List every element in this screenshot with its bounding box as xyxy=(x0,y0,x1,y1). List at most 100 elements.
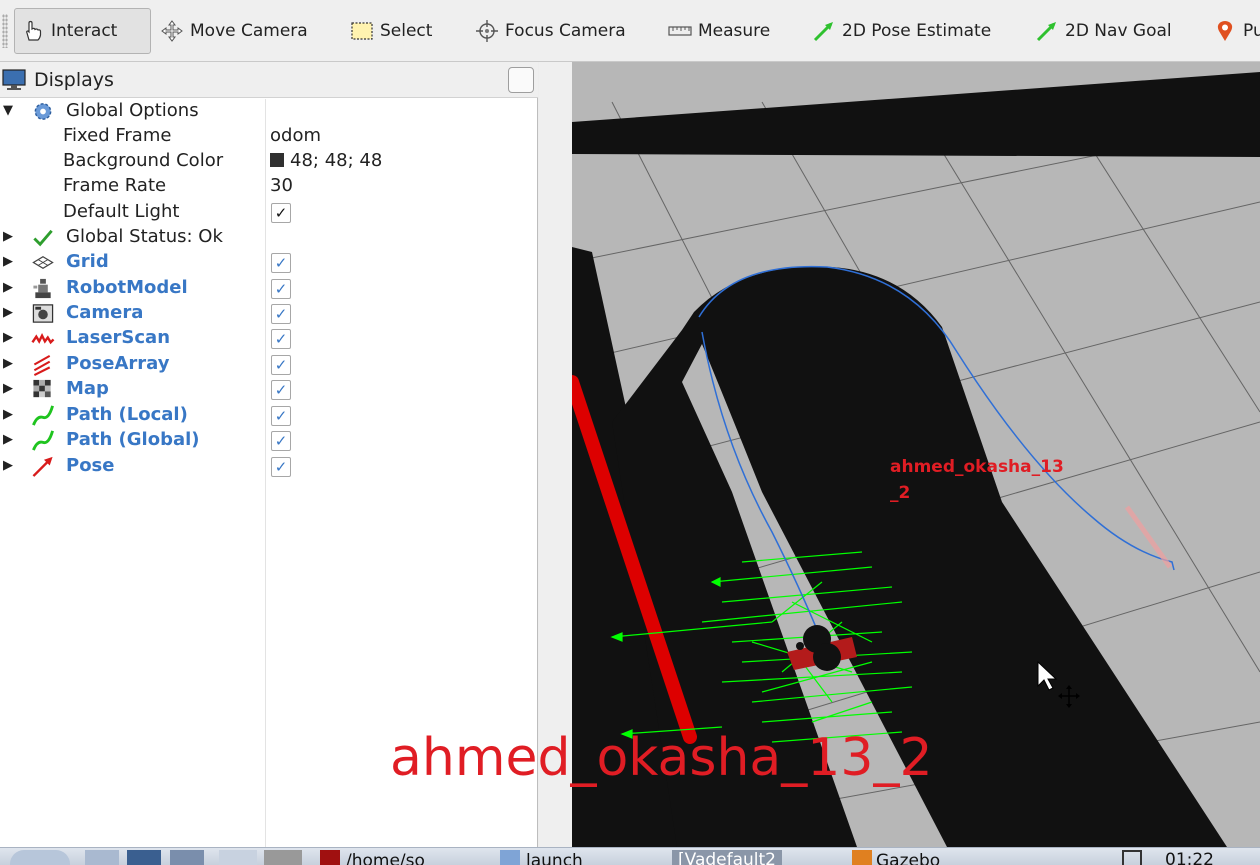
display-enable-checkbox[interactable]: ✓ xyxy=(271,253,291,273)
taskbar-window-label: launch xyxy=(526,851,583,865)
expand-right-icon[interactable]: ▶ xyxy=(3,230,15,244)
prop-row-default-light[interactable]: Default Light ✓ xyxy=(0,200,536,225)
expand-right-icon[interactable]: ▶ xyxy=(3,382,15,396)
taskbar-launcher-5[interactable] xyxy=(264,850,302,865)
gear-icon xyxy=(34,103,52,120)
display-row-path-local[interactable]: ▶ Path (Local) ✓ xyxy=(0,403,536,428)
display-label: Pose xyxy=(66,455,115,476)
tool-publish-point-button[interactable]: Pu xyxy=(1213,8,1260,54)
taskbar-launcher-2[interactable] xyxy=(127,850,161,865)
displays-header: Displays xyxy=(0,62,538,98)
tool-move-camera-button[interactable]: Move Camera xyxy=(160,8,308,54)
display-enable-checkbox[interactable]: ✓ xyxy=(271,431,291,451)
volume-icon[interactable] xyxy=(1030,850,1090,865)
display-enable-checkbox[interactable]: ✓ xyxy=(271,380,291,400)
tool-measure-button[interactable]: Measure xyxy=(668,8,770,54)
tool-interact-button[interactable]: Interact xyxy=(14,8,151,54)
robot-name-label: ahmed_okasha_13 _2 xyxy=(890,454,1064,506)
display-row-map[interactable]: ▶ Map ✓ xyxy=(0,377,536,402)
tool-2d-pose-estimate-button[interactable]: 2D Pose Estimate xyxy=(812,8,991,54)
expand-right-icon[interactable]: ▶ xyxy=(3,331,15,345)
toolbar-grip[interactable] xyxy=(2,14,8,48)
clock-label: 01:22 xyxy=(1165,850,1214,865)
display-row-grid[interactable]: ▶ Grid ✓ xyxy=(0,250,536,275)
robot-name-line2: _2 xyxy=(890,483,911,503)
tool-label: Interact xyxy=(51,21,118,41)
focus-camera-icon xyxy=(476,20,498,42)
move-camera-icon xyxy=(161,20,183,42)
display-label: PoseArray xyxy=(66,353,170,374)
expand-right-icon[interactable]: ▶ xyxy=(3,459,15,473)
tool-label: Measure xyxy=(698,21,771,41)
display-row-camera[interactable]: ▶ Camera ✓ xyxy=(0,301,536,326)
laser-scan-icon xyxy=(31,332,55,345)
prop-row-fixed-frame[interactable]: Fixed Frame odom xyxy=(0,124,536,149)
tool-label: 2D Pose Estimate xyxy=(842,21,992,41)
expand-right-icon[interactable]: ▶ xyxy=(3,255,15,269)
prop-value-color[interactable]: 48; 48; 48 xyxy=(270,150,382,171)
display-enable-checkbox[interactable]: ✓ xyxy=(271,457,291,477)
display-enable-checkbox[interactable]: ✓ xyxy=(271,355,291,375)
display-row-laserscan[interactable]: ▶ LaserScan ✓ xyxy=(0,326,536,351)
display-row-posearray[interactable]: ▶ PoseArray ✓ xyxy=(0,352,536,377)
tree-row-global-status[interactable]: ▶ Global Status: Ok xyxy=(0,225,536,250)
display-row-robotmodel[interactable]: ▶ RobotModel ✓ xyxy=(0,276,536,301)
taskbar-window-launch[interactable]: launch xyxy=(500,850,583,865)
expand-down-icon[interactable]: ▼ xyxy=(3,104,15,118)
start-menu-button[interactable] xyxy=(10,850,70,865)
display-label: Grid xyxy=(66,251,109,272)
prop-value[interactable]: 30 xyxy=(270,175,293,196)
display-enable-checkbox[interactable]: ✓ xyxy=(271,406,291,426)
display-enable-checkbox[interactable]: ✓ xyxy=(271,329,291,349)
expand-right-icon[interactable]: ▶ xyxy=(3,433,15,447)
tool-label: Move Camera xyxy=(190,21,308,41)
display-row-pose[interactable]: ▶ Pose ✓ xyxy=(0,454,536,479)
hand-pointer-icon xyxy=(26,20,42,41)
pose-array-icon xyxy=(33,354,51,376)
green-arrow-icon xyxy=(813,22,833,42)
prop-name: Background Color xyxy=(63,150,224,171)
panel-float-button[interactable] xyxy=(508,67,534,93)
color-value: 48; 48; 48 xyxy=(290,150,383,171)
path-icon xyxy=(32,405,54,426)
toolbar: Interact Move Camera Select Focus Camera… xyxy=(0,0,1260,62)
expand-right-icon[interactable]: ▶ xyxy=(3,408,15,422)
map-icon xyxy=(33,379,51,398)
tool-label: Focus Camera xyxy=(505,21,626,41)
color-swatch xyxy=(270,153,284,167)
taskbar-launcher-1[interactable] xyxy=(85,850,119,865)
tool-focus-camera-button[interactable]: Focus Camera xyxy=(475,8,626,54)
map-pin-icon xyxy=(1217,21,1233,41)
display-enable-checkbox[interactable]: ✓ xyxy=(271,279,291,299)
taskbar: /home/so launch [Vadefault2 Gazebo 01:22 xyxy=(0,847,1260,865)
expand-right-icon[interactable]: ▶ xyxy=(3,357,15,371)
tree-row-global-options[interactable]: ▼ Global Options xyxy=(0,99,536,124)
taskbar-window-label: [Vadefault2 xyxy=(678,850,776,865)
ruler-icon xyxy=(668,26,692,36)
select-box-icon xyxy=(351,22,373,40)
tool-2d-nav-goal-button[interactable]: 2D Nav Goal xyxy=(1035,8,1172,54)
camera-icon xyxy=(32,304,54,323)
expand-right-icon[interactable]: ▶ xyxy=(3,306,15,320)
green-arrow-icon xyxy=(1036,22,1056,42)
network-icon[interactable] xyxy=(1122,850,1142,865)
tool-select-button[interactable]: Select xyxy=(350,8,432,54)
clock[interactable]: 01:22 xyxy=(1165,850,1214,865)
taskbar-window-terminal[interactable]: /home/so xyxy=(320,850,425,865)
default-light-checkbox[interactable]: ✓ xyxy=(271,203,291,223)
displays-title: Displays xyxy=(34,68,114,91)
prop-row-frame-rate[interactable]: Frame Rate 30 xyxy=(0,174,536,199)
expand-right-icon[interactable]: ▶ xyxy=(3,281,15,295)
taskbar-window-gazebo[interactable]: Gazebo xyxy=(852,850,940,865)
taskbar-launcher-4[interactable] xyxy=(219,850,257,865)
prop-row-background-color[interactable]: Background Color 48; 48; 48 xyxy=(0,149,536,174)
prop-name: Frame Rate xyxy=(63,175,167,196)
display-label: Path (Local) xyxy=(66,404,188,425)
taskbar-launcher-3[interactable] xyxy=(170,850,204,865)
taskbar-window-rviz[interactable]: [Vadefault2 xyxy=(672,850,782,865)
monitor-icon xyxy=(2,68,26,90)
display-enable-checkbox[interactable]: ✓ xyxy=(271,304,291,324)
display-row-path-global[interactable]: ▶ Path (Global) ✓ xyxy=(0,428,536,453)
prop-value[interactable]: odom xyxy=(270,125,321,146)
prop-name: Default Light xyxy=(63,201,180,222)
